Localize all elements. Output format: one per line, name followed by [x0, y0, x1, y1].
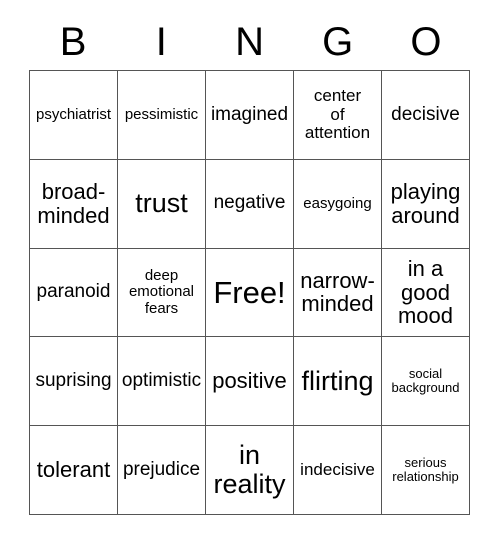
bingo-card: B I N G O psychiatrist pessimistic imagine…	[0, 0, 500, 544]
bingo-cell-r3c5[interactable]: in a good mood	[382, 248, 470, 338]
bingo-cell-label: deep emotional fears	[128, 267, 195, 317]
bingo-cell-r3c3[interactable]: Free!	[206, 248, 294, 338]
bingo-cell-r1c3[interactable]: imagined	[206, 71, 294, 160]
bingo-cell-r3c4[interactable]: narrow- minded	[294, 248, 382, 338]
bingo-cell-r2c2[interactable]: trust	[118, 159, 206, 249]
bingo-cell-label: tolerant	[36, 457, 111, 483]
header-letter-o: O	[410, 20, 442, 64]
bingo-header-row: B I N G O	[29, 14, 470, 70]
bingo-cell-label: negative	[213, 192, 286, 214]
bingo-cell-label: in a good mood	[397, 255, 454, 329]
bingo-cell-r1c5[interactable]: decisive	[382, 71, 470, 160]
bingo-cell-label: prejudice	[122, 458, 201, 480]
bingo-cell-label: positive	[212, 368, 287, 394]
header-letter-i: I	[155, 20, 167, 64]
bingo-cell-label: social background	[391, 366, 460, 396]
bingo-cell-label: Free!	[213, 274, 286, 310]
bingo-cell-r1c1[interactable]: psychiatrist	[30, 71, 118, 160]
bingo-cell-r1c4[interactable]: center of attention	[294, 71, 382, 160]
bingo-cell-r4c1[interactable]: suprising	[30, 337, 118, 427]
bingo-cell-r2c4[interactable]: easygoing	[294, 159, 382, 249]
bingo-cell-r2c5[interactable]: playing around	[382, 159, 470, 249]
bingo-cell-r5c1[interactable]: tolerant	[30, 426, 118, 515]
bingo-cell-r3c2[interactable]: deep emotional fears	[118, 248, 206, 338]
bingo-cell-label: paranoid	[36, 281, 111, 303]
bingo-cell-label: easygoing	[303, 194, 372, 212]
bingo-cell-r2c3[interactable]: negative	[206, 159, 294, 249]
bingo-cell-label: trust	[135, 188, 188, 219]
bingo-cell-r4c3[interactable]: positive	[206, 337, 294, 427]
bingo-cell-label: flirting	[301, 365, 374, 396]
bingo-cell-label: center of attention	[304, 86, 371, 143]
bingo-cell-label: decisive	[391, 103, 460, 125]
bingo-cell-label: optimistic	[121, 370, 202, 392]
bingo-cell-r5c2[interactable]: prejudice	[118, 426, 206, 515]
bingo-cell-label: narrow- minded	[300, 267, 375, 317]
header-letter-g: G	[322, 20, 354, 64]
bingo-cell-r5c4[interactable]: indecisive	[294, 426, 382, 515]
bingo-cell-r4c2[interactable]: optimistic	[118, 337, 206, 427]
bingo-cell-label: indecisive	[300, 459, 375, 479]
bingo-cell-r5c5[interactable]: serious relationship	[382, 426, 470, 515]
header-letter-n: N	[235, 20, 264, 64]
bingo-cell-r5c3[interactable]: in reality	[206, 426, 294, 515]
bingo-cell-label: pessimistic	[124, 105, 199, 123]
header-letter-b: B	[59, 20, 87, 64]
bingo-cell-label: suprising	[35, 370, 112, 392]
bingo-cell-label: serious relationship	[392, 455, 459, 485]
bingo-cell-label: imagined	[210, 103, 289, 125]
bingo-cell-label: in reality	[213, 439, 286, 500]
bingo-cell-r4c4[interactable]: flirting	[294, 337, 382, 427]
bingo-cell-label: broad- minded	[37, 178, 110, 228]
bingo-cell-r3c1[interactable]: paranoid	[30, 248, 118, 338]
bingo-cell-label: psychiatrist	[35, 105, 112, 123]
bingo-cell-r4c5[interactable]: social background	[382, 337, 470, 427]
bingo-cell-r1c2[interactable]: pessimistic	[118, 71, 206, 160]
bingo-cell-label: playing around	[390, 178, 461, 228]
bingo-cell-r2c1[interactable]: broad- minded	[30, 159, 118, 249]
bingo-grid: psychiatrist pessimistic imagined center of…	[29, 70, 470, 515]
